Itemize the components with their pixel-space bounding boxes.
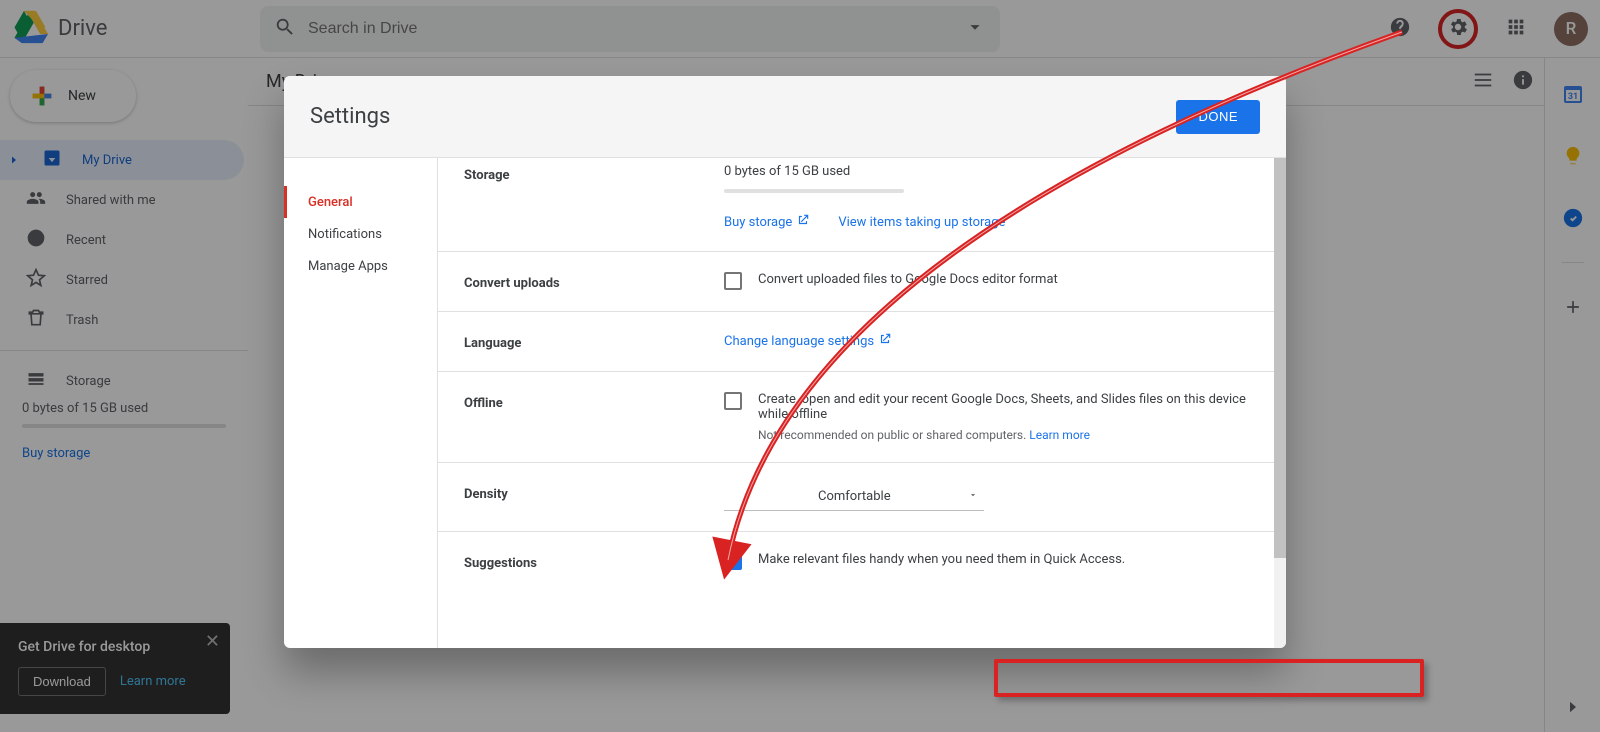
dropdown-icon	[968, 489, 978, 504]
dialog-scrollbar[interactable]	[1274, 158, 1286, 648]
dialog-title: Settings	[310, 104, 390, 129]
settings-dialog: Settings DONE General Notifications Mana…	[284, 76, 1286, 648]
section-label-convert: Convert uploads	[464, 272, 724, 291]
offline-checkbox[interactable]	[724, 392, 742, 410]
scroll-thumb[interactable]	[1274, 158, 1286, 558]
nav-manage-apps[interactable]: Manage Apps	[284, 250, 437, 282]
external-icon	[878, 332, 892, 350]
external-icon	[796, 213, 810, 231]
nav-general[interactable]: General	[284, 186, 437, 218]
language-link[interactable]: Change language settings	[724, 332, 892, 350]
density-value: Comfortable	[818, 489, 891, 504]
offline-text: Create, open and edit your recent Google…	[758, 392, 1260, 422]
convert-checkbox[interactable]	[724, 272, 742, 290]
section-label-density: Density	[464, 483, 724, 511]
section-label-offline: Offline	[464, 392, 724, 442]
storage-progress-bar	[724, 189, 904, 193]
density-select[interactable]: Comfortable	[724, 483, 984, 511]
settings-nav: General Notifications Manage Apps	[284, 158, 438, 648]
convert-text: Convert uploaded files to Google Docs ed…	[758, 272, 1058, 287]
suggestions-text: Make relevant files handy when you need …	[758, 552, 1125, 567]
section-label-language: Language	[464, 332, 724, 351]
storage-used-text: 0 bytes of 15 GB used	[724, 164, 1260, 179]
view-items-link[interactable]: View items taking up storage	[838, 213, 1005, 231]
offline-note: Not recommended on public or shared comp…	[758, 428, 1029, 442]
suggestions-checkbox[interactable]	[724, 552, 742, 570]
section-label-suggestions: Suggestions	[464, 552, 724, 571]
section-label-storage: Storage	[464, 164, 724, 231]
nav-notifications[interactable]: Notifications	[284, 218, 437, 250]
offline-learn-more[interactable]: Learn more	[1029, 428, 1090, 442]
done-button[interactable]: DONE	[1176, 100, 1260, 134]
buy-storage-link[interactable]: Buy storage	[724, 213, 810, 231]
